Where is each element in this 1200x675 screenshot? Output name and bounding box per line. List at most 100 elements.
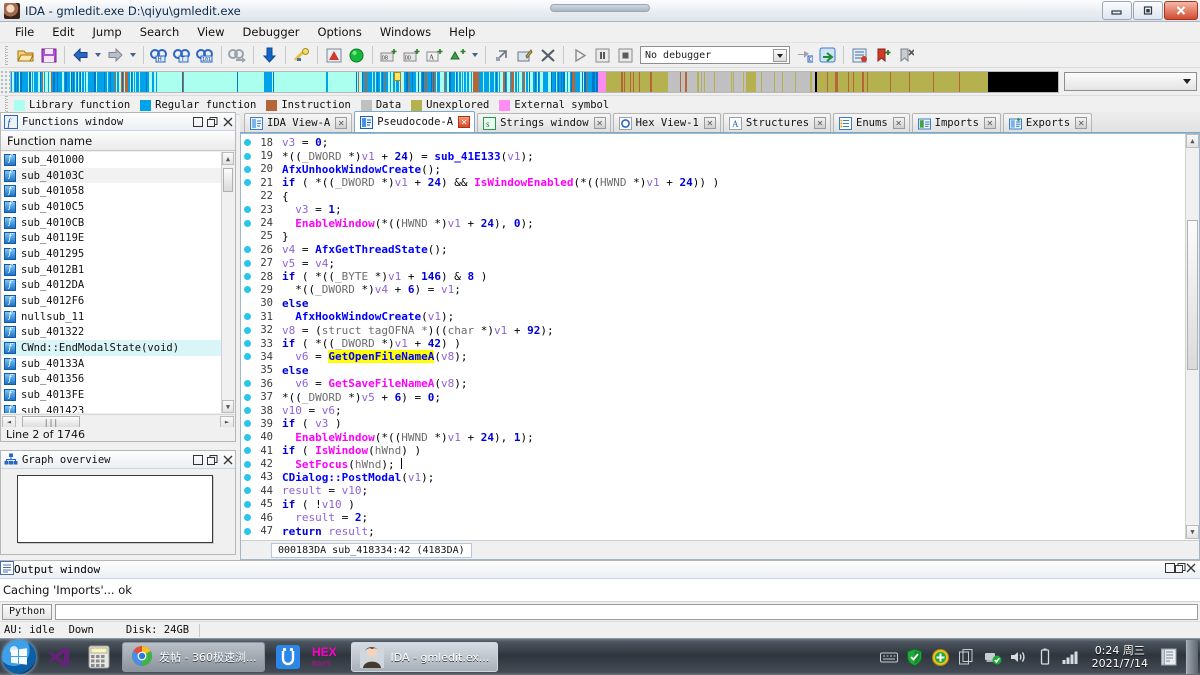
graph-view-icon[interactable] [323,45,344,66]
forward-dropdown-icon[interactable] [130,53,136,57]
remove-bookmark-icon[interactable] [895,45,916,66]
make-struct-icon[interactable] [447,45,468,66]
code-line[interactable]: 37 *((_DWORD *)v5 + 6) = 0; [241,390,1185,404]
breakpoint-marker-icon[interactable] [241,420,254,428]
code-line[interactable]: 32 v8 = (struct tagOFNA *)((char *)v1 + 9… [241,323,1185,337]
function-list-item[interactable]: f sub_401356 [2,372,221,388]
back-dropdown-icon[interactable] [95,53,101,57]
make-string-icon[interactable]: A [424,45,445,66]
code-line[interactable]: 28 if ( *((_BYTE *)v1 + 146) & 8 ) [241,270,1185,283]
breakpoint-marker-icon[interactable] [241,286,254,294]
pseudocode-lines[interactable]: 18 v3 = 0; 19 *((_DWORD *)v1 + 24) = sub_41… [241,136,1185,539]
breakpoint-marker-icon[interactable] [241,179,254,187]
breakpoint-marker-icon[interactable] [241,340,254,348]
battery-icon[interactable] [1034,646,1056,668]
function-list-item[interactable]: f sub_4013FE [2,387,221,403]
close-icon[interactable]: ✕ [983,117,996,129]
breakpoint-marker-icon[interactable] [241,487,254,495]
start-orb-icon[interactable] [2,640,36,674]
jump-to-address-select[interactable] [1064,72,1197,91]
menu-item-debugger[interactable]: Debugger [234,23,309,41]
pause-icon[interactable] [592,45,613,66]
code-line[interactable]: 43 CDialog::PostModal(v1); [241,471,1185,484]
code-line[interactable]: 27 v5 = v4; [241,257,1185,270]
panel-close-button[interactable] [1186,563,1196,576]
window-drag-handle[interactable] [550,4,650,12]
code-line[interactable]: 48} [241,538,1185,539]
close-icon[interactable]: ✕ [458,116,471,128]
view-tab-imports[interactable]: Imports ✕ [911,113,1001,132]
breakpoint-marker-icon[interactable] [241,514,254,522]
menu-item-jump[interactable]: Jump [84,23,131,41]
breakpoint-marker-icon[interactable] [241,353,254,361]
menu-item-windows[interactable]: Windows [371,23,440,41]
code-line[interactable]: 38 v10 = v6; [241,404,1185,417]
shield-icon[interactable] [904,646,926,668]
breakpoint-marker-icon[interactable] [241,206,254,214]
scroll-down-icon[interactable]: ▼ [1186,525,1199,539]
minimize-button[interactable] [1102,1,1132,20]
breakpoint-marker-icon[interactable] [241,460,254,468]
view-tab-hex-view-1[interactable]: Hex View-1 ✕ [612,113,721,132]
breakpoint-marker-icon[interactable] [241,219,254,227]
step-over-icon[interactable] [817,45,838,66]
function-list-item[interactable]: f sub_4012F6 [2,293,221,309]
code-line[interactable]: 19 *((_DWORD *)v1 + 24) = sub_41E133(v1); [241,149,1185,163]
close-icon[interactable]: ✕ [703,117,716,129]
code-line[interactable]: 42 SetFocus(hWnd); [241,457,1185,471]
save-icon[interactable] [38,45,59,66]
scroll-up-icon[interactable]: ▲ [1186,134,1199,148]
code-line[interactable]: 20 AfxUnhookWindowCreate(); [241,163,1185,176]
function-list-item[interactable]: f sub_401000 [2,152,221,168]
breakpoint-marker-icon[interactable] [241,165,254,173]
code-line[interactable]: 29 *((_DWORD *)v4 + 6) = v1; [241,283,1185,296]
view-tab-strings-window[interactable]: s Strings window ✕ [477,113,611,132]
stop-icon[interactable] [615,45,636,66]
breakpoint-marker-icon[interactable] [241,380,254,388]
function-list-item[interactable]: f sub_4012DA [2,278,221,294]
search-hex-icon[interactable]: H [149,45,170,66]
function-list-item[interactable]: f sub_4012B1 [2,262,221,278]
functions-list[interactable]: f sub_401000 f sub_40103C f sub_401058 f sub_40… [2,152,221,413]
view-tab-structures[interactable]: A Structures ✕ [722,113,832,132]
panel-close-button[interactable] [220,452,235,467]
code-line[interactable]: 40 EnableWindow(*((HWND *)v1 + 24), 1); [241,431,1185,444]
code-line[interactable]: 22 { [241,190,1185,203]
code-line[interactable]: 26 v4 = AfxGetThreadState(); [241,243,1185,256]
functions-vertical-scrollbar[interactable]: ▲ ▼ [221,152,234,413]
function-list-item[interactable]: f sub_40103C [2,167,221,184]
keyboard-icon[interactable] [878,646,900,668]
code-line[interactable]: 34 v6 = GetOpenFileNameA(v8); [241,350,1185,364]
code-line[interactable]: 18 v3 = 0; [241,136,1185,149]
menu-item-view[interactable]: View [188,23,233,41]
view-tab-pseudocode-a[interactable]: Pseudocode-A ✕ [354,111,476,132]
close-button[interactable] [1164,1,1198,20]
panel-maximize-button[interactable] [190,114,205,129]
menu-item-edit[interactable]: Edit [43,23,83,41]
output-log[interactable]: Caching 'Imports'... ok [0,579,1200,602]
menu-item-options[interactable]: Options [308,23,370,41]
network-ok-icon[interactable] [982,646,1004,668]
chevron-down-icon[interactable] [773,49,787,62]
show-desktop-button[interactable] [1186,640,1198,674]
taskbar-clock[interactable]: 0:24 周三 2021/7/14 [1092,644,1148,670]
menu-item-help[interactable]: Help [440,23,484,41]
graph-overview-canvas[interactable] [17,475,213,543]
u-blue-icon[interactable] [271,640,305,674]
code-line[interactable]: 30 else [241,297,1185,310]
volume-icon[interactable] [1008,646,1030,668]
breakpoint-marker-icon[interactable] [241,500,254,508]
breakpoint-marker-icon[interactable] [241,407,254,414]
function-list-item[interactable]: f sub_4010C5 [2,199,221,215]
navigation-band[interactable] [10,70,1059,93]
list-icon[interactable] [849,45,870,66]
quick-link-icon[interactable] [491,45,512,66]
scroll-thumb[interactable] [1187,220,1198,370]
scroll-up-icon[interactable]: ▲ [222,152,234,165]
breakpoint-marker-icon[interactable] [241,259,254,267]
close-icon[interactable]: ✕ [892,117,905,129]
maximize-restore-button[interactable] [1133,1,1163,20]
update-icon[interactable] [930,646,952,668]
search-text-icon[interactable]: T [172,45,193,66]
step-into-icon[interactable]: C [794,45,815,66]
